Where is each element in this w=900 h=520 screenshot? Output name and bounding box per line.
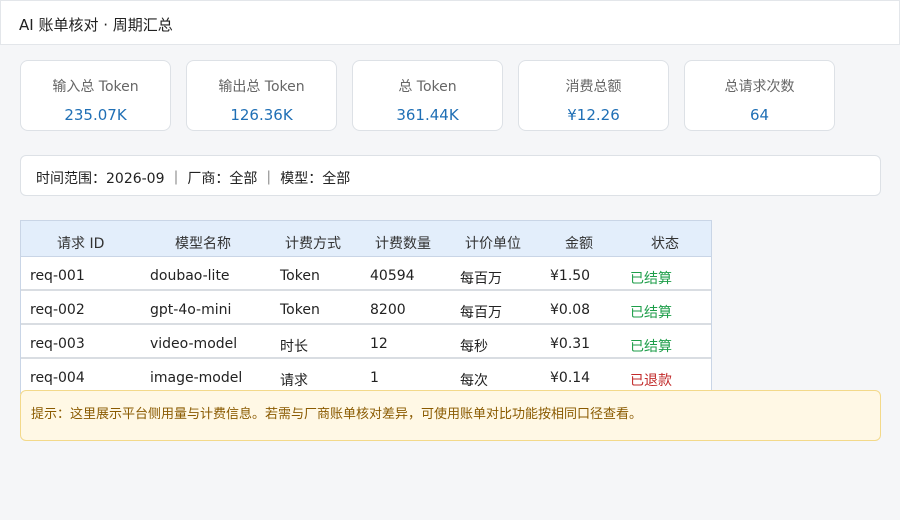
cell-billing-method: 请求 <box>280 373 308 389</box>
cell-amount: ¥1.50 <box>550 268 591 284</box>
column-header-model-name: 模型名称 <box>175 236 231 252</box>
stat-card-total-requests: 总请求次数 64 <box>684 60 835 131</box>
cell-billing-quantity: 8200 <box>370 302 406 318</box>
filter-summary-text: 时间范围：2026-09 ｜ 厂商：全部 ｜ 模型：全部 <box>36 171 351 187</box>
stat-card-input-tokens: 输入总 Token 235.07K <box>20 60 171 131</box>
column-header-pricing-unit: 计价单位 <box>465 236 521 252</box>
cell-billing-quantity: 1 <box>370 370 379 386</box>
cell-status: 已结算 <box>630 271 672 287</box>
stat-label: 输入总 Token <box>52 79 139 95</box>
stat-label: 总请求次数 <box>724 79 795 95</box>
page-header: AI 账单核对 · 周期汇总 <box>0 0 900 45</box>
stat-value: 64 <box>749 106 770 124</box>
cell-billing-method: Token <box>280 302 320 318</box>
stat-label: 消费总额 <box>565 79 622 95</box>
cell-request-id: req-003 <box>30 336 85 352</box>
cell-request-id: req-004 <box>30 370 85 386</box>
cell-model-name: video-model <box>150 336 238 352</box>
stat-value: 126.36K <box>230 106 293 124</box>
table-header: 请求 ID 模型名称 计费方式 计费数量 计价单位 金额 状态 <box>21 221 711 257</box>
column-header-amount: 金额 <box>565 236 593 252</box>
stat-label: 输出总 Token <box>218 79 305 95</box>
stat-card-total-cost: 消费总额 ¥12.26 <box>518 60 669 131</box>
cell-request-id: req-001 <box>30 268 85 284</box>
billing-table: 请求 ID 模型名称 计费方式 计费数量 计价单位 金额 状态 req-001 … <box>20 220 712 394</box>
cell-amount: ¥0.14 <box>550 370 591 386</box>
notice-banner: 提示：这里展示平台侧用量与计费信息。若需与厂商账单核对差异，可使用账单对比功能按… <box>20 390 881 441</box>
cell-request-id: req-002 <box>30 302 85 318</box>
cell-model-name: gpt-4o-mini <box>150 302 232 318</box>
cell-pricing-unit: 每秒 <box>460 339 488 355</box>
table-row: req-004 image-model 请求 1 每次 ¥0.14 已退款 <box>21 359 711 393</box>
cell-billing-method: 时长 <box>280 339 308 355</box>
stat-value: 361.44K <box>396 106 459 124</box>
table-row: req-002 gpt-4o-mini Token 8200 每百万 ¥0.08… <box>21 291 711 325</box>
cell-status: 已结算 <box>630 305 672 321</box>
stat-value: ¥12.26 <box>567 106 620 124</box>
table-row: req-001 doubao-lite Token 40594 每百万 ¥1.5… <box>21 257 711 291</box>
cell-model-name: image-model <box>150 370 243 386</box>
cell-amount: ¥0.08 <box>550 302 591 318</box>
stat-card-total-tokens: 总 Token 361.44K <box>352 60 503 131</box>
cell-pricing-unit: 每百万 <box>460 271 502 287</box>
cell-billing-quantity: 12 <box>370 336 388 352</box>
column-header-billing-method: 计费方式 <box>285 236 341 252</box>
cell-model-name: doubao-lite <box>150 268 230 284</box>
stat-label: 总 Token <box>398 79 457 95</box>
page-title: AI 账单核对 · 周期汇总 <box>19 16 173 34</box>
notice-text: 提示：这里展示平台侧用量与计费信息。若需与厂商账单核对差异，可使用账单对比功能按… <box>31 407 643 422</box>
cell-amount: ¥0.31 <box>550 336 591 352</box>
table-row: req-003 video-model 时长 12 每秒 ¥0.31 已结算 <box>21 325 711 359</box>
column-header-billing-quantity: 计费数量 <box>375 236 431 252</box>
stat-value: 235.07K <box>64 106 127 124</box>
stat-card-output-tokens: 输出总 Token 126.36K <box>186 60 337 131</box>
cell-status: 已退款 <box>630 373 672 389</box>
cell-status: 已结算 <box>630 339 672 355</box>
cell-billing-quantity: 40594 <box>370 268 415 284</box>
cell-billing-method: Token <box>280 268 320 284</box>
cell-pricing-unit: 每次 <box>460 373 488 389</box>
cell-pricing-unit: 每百万 <box>460 305 502 321</box>
column-header-request-id: 请求 ID <box>57 236 105 252</box>
filter-summary-bar: 时间范围：2026-09 ｜ 厂商：全部 ｜ 模型：全部 <box>20 155 881 196</box>
column-header-status: 状态 <box>651 236 679 252</box>
